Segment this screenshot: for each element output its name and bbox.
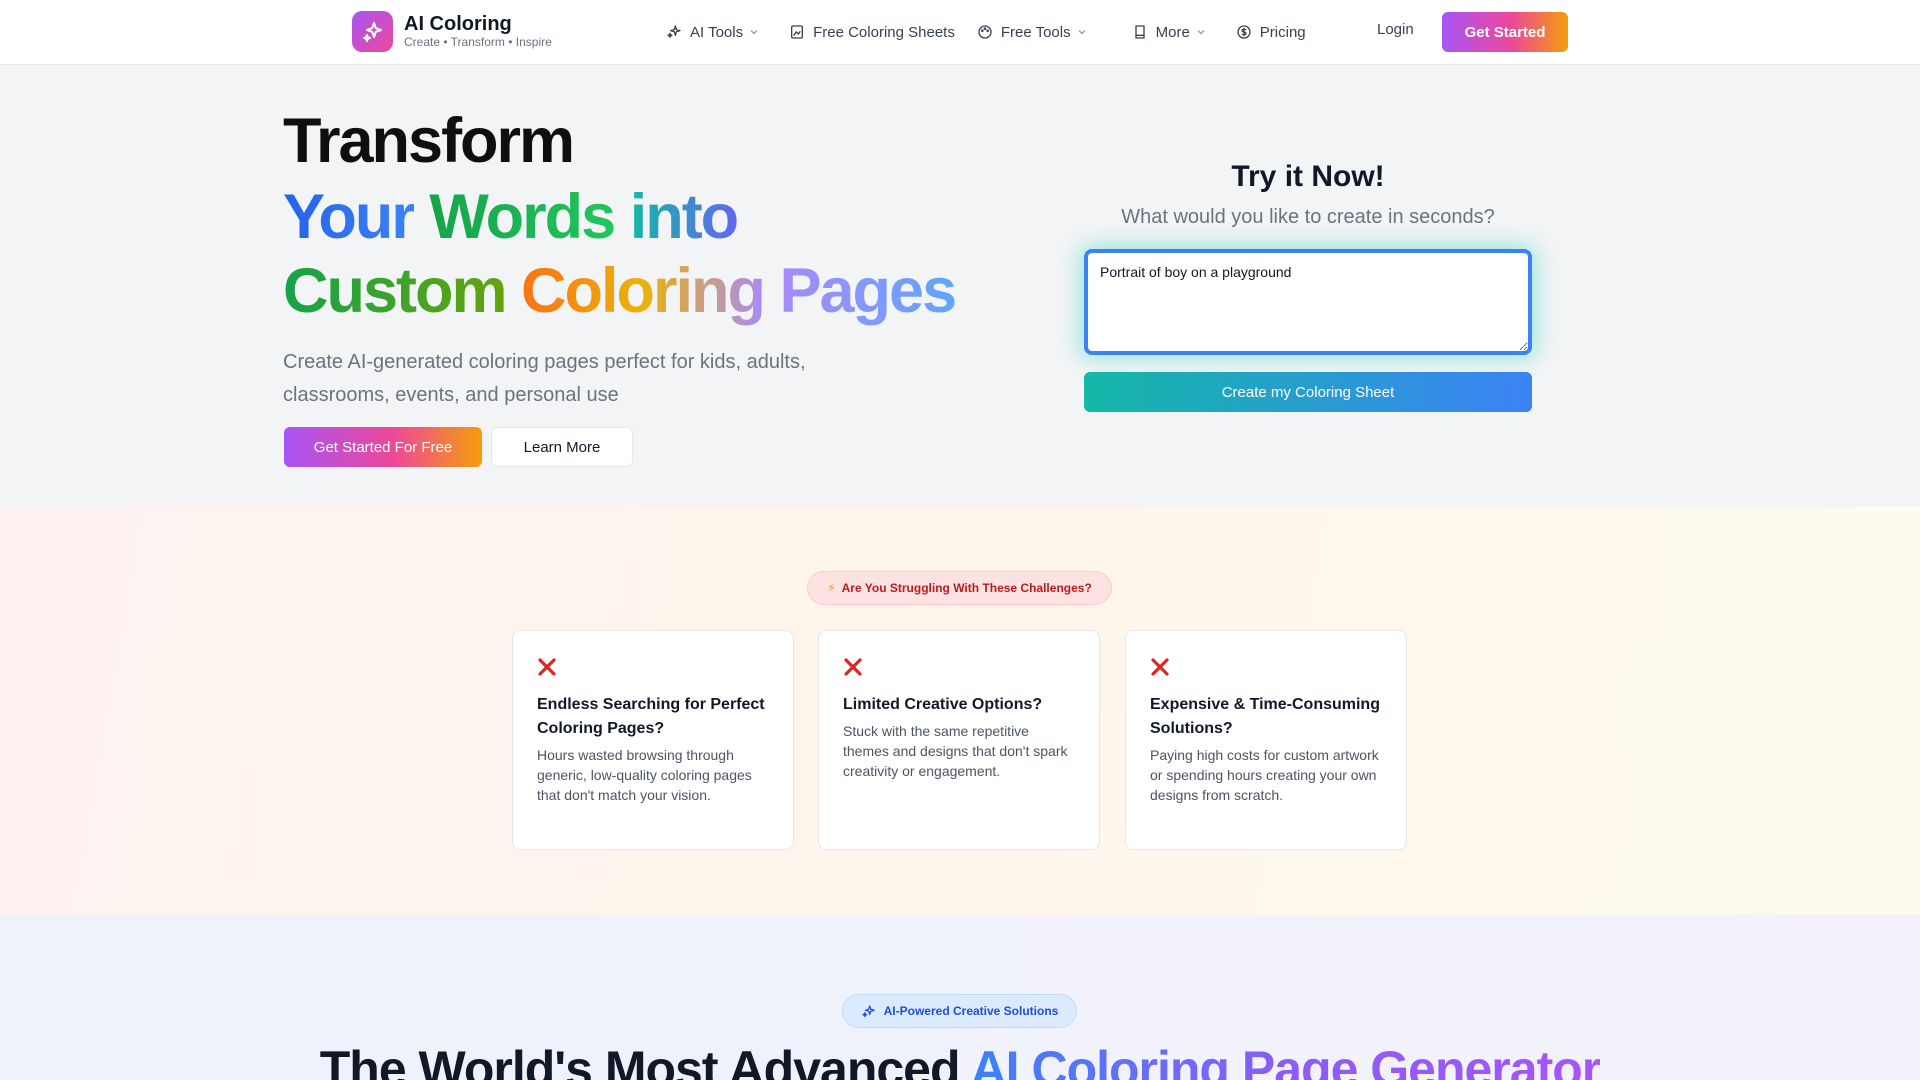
chevron-down-icon [1197,29,1205,35]
hero-word: Pages [779,256,957,326]
solutions-heading-plain: The World's Most Advanced [319,1041,961,1080]
brand-tagline: Create • Transform • Inspire [404,35,552,49]
hero-heading-line-3: Custom Coloring Pages [283,254,957,328]
get-started-free-button[interactable]: Get Started For Free [284,427,482,467]
solutions-heading: The World's Most Advanced AI Coloring Pa… [0,1040,1920,1080]
hero-subtitle: Create AI-generated coloring pages perfe… [283,351,806,406]
top-navbar: AI Coloring Create • Transform • Inspire… [0,0,1920,65]
dollar-circle-icon [1237,25,1251,39]
nav-menu: AI Tools Free Coloring Sheets Free Tools… [666,21,1328,43]
challenge-title: Expensive & Time-Consuming Solutions? [1150,696,1380,737]
login-link[interactable]: Login [1377,21,1414,38]
nav-item-label: Free Coloring Sheets [813,23,955,41]
create-coloring-sheet-button[interactable]: Create my Coloring Sheet [1084,372,1532,412]
hero-word: Your [283,182,416,252]
challenge-card: Expensive & Time-Consuming Solutions? Pa… [1125,630,1407,850]
book-icon [1134,25,1145,39]
prompt-input[interactable]: Portrait of boy on a playground [1084,249,1532,355]
hero-word: into [629,182,739,252]
x-mark-icon [538,658,556,676]
nav-item-label: Free Tools [1000,23,1071,41]
nav-item-ai-tools[interactable]: AI Tools [666,21,767,43]
chevron-down-icon [1078,29,1086,35]
nav-item-label: More [1155,23,1190,41]
challenge-text: Stuck with the same repetitive themes an… [843,723,1068,779]
image-icon [791,25,804,39]
get-started-button[interactable]: Get Started [1442,12,1568,52]
challenge-text: Paying high costs for custom artwork or … [1150,747,1379,803]
challenge-card: Endless Searching for Perfect Coloring P… [512,630,794,850]
nav-item-free-tools[interactable]: Free Tools [977,21,1095,43]
ai-solutions-badge-label: AI-Powered Creative Solutions [883,1004,1059,1018]
challenges-badge: ⚡ Are You Struggling With These Challeng… [807,571,1112,605]
x-mark-icon [1151,658,1169,676]
challenge-text: Hours wasted browsing through generic, l… [537,747,752,803]
nav-item-free-coloring-sheets[interactable]: Free Coloring Sheets [789,21,955,43]
ai-solutions-badge: AI-Powered Creative Solutions [842,994,1077,1028]
hero-word: Custom [283,256,507,326]
brand-title: AI Coloring [404,13,512,35]
chevron-down-icon [750,29,758,35]
lightning-icon: ⚡ [827,581,836,595]
palette-icon [978,25,992,39]
sparkles-icon [667,25,681,38]
x-mark-icon [844,658,862,676]
learn-more-button[interactable]: Learn More [491,427,633,467]
hero-word: Words [429,182,616,252]
challenge-card: Limited Creative Options? Stuck with the… [818,630,1100,850]
hero-word: Coloring [521,256,766,326]
solutions-heading-highlight: AI Coloring Page Generator [971,1041,1602,1080]
nav-item-label: Pricing [1259,23,1306,41]
brand-logo[interactable]: AI Coloring Create • Transform • Inspire [352,11,552,52]
sparkles-logo-icon [352,11,393,52]
try-it-title: Try it Now! [1231,160,1385,193]
sparkles-icon [861,1004,875,1017]
nav-item-more[interactable]: More [1132,21,1214,43]
hero-heading-line-1: Transform [283,106,575,176]
nav-item-label: AI Tools [690,23,744,41]
challenge-title: Endless Searching for Perfect Coloring P… [537,696,765,737]
challenge-title: Limited Creative Options? [843,696,1043,713]
hero-heading-line-2: Your Words into [283,180,739,254]
challenges-badge-label: Are You Struggling With These Challenges… [841,581,1092,595]
nav-item-pricing[interactable]: Pricing [1236,21,1306,43]
try-it-subtitle: What would you like to create in seconds… [1121,206,1495,228]
